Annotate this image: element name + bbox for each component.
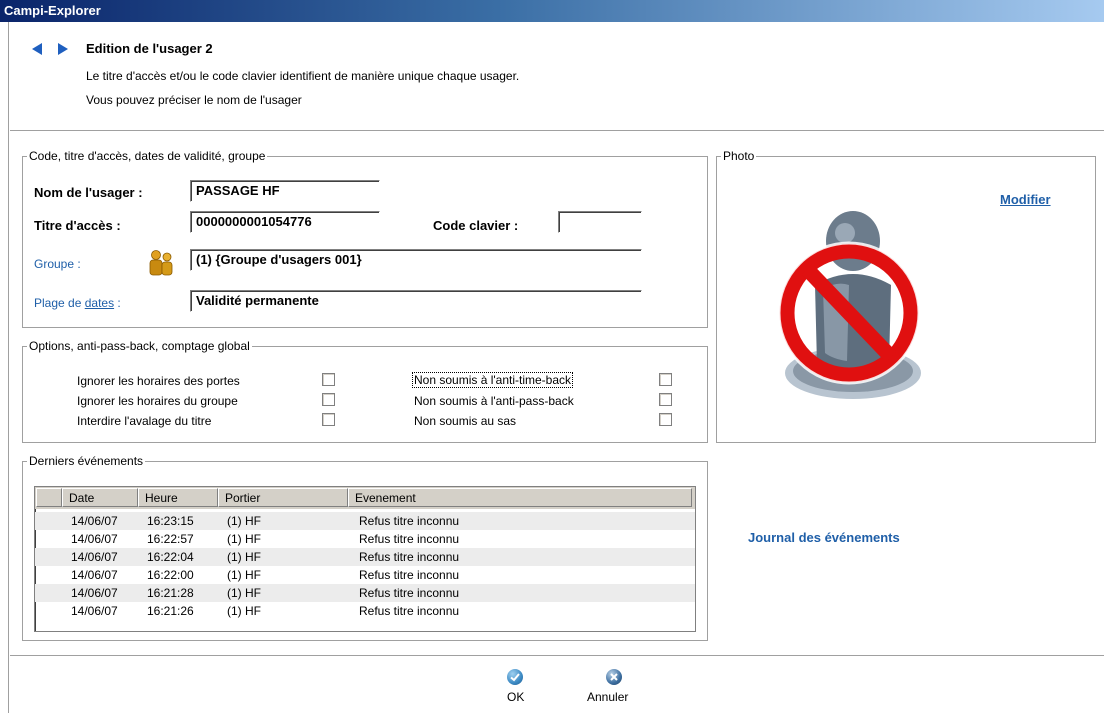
identity-group-legend: Code, titre d'accès, dates de validité, … [27, 149, 268, 163]
column-header-door[interactable]: Portier [218, 488, 348, 507]
events-table-header: Date Heure Portier Evenement [35, 487, 695, 509]
cancel-button-label: Annuler [587, 690, 629, 704]
cell-door: (1) HF [227, 604, 261, 618]
date-range-label-pre: Plage de [34, 296, 85, 310]
cell-door: (1) HF [227, 550, 261, 564]
option-label: Ignorer les horaires du groupe [77, 394, 238, 408]
column-header-event[interactable]: Evenement [348, 488, 692, 507]
column-header-date[interactable]: Date [62, 488, 138, 507]
table-row[interactable]: 14/06/07 16:22:00 (1) HF Refus titre inc… [35, 566, 695, 584]
cell-door: (1) HF [227, 532, 261, 546]
date-range-label-link[interactable]: dates [85, 296, 114, 310]
option-label: Non soumis à l'anti-pass-back [414, 394, 574, 408]
page-title: Edition de l'usager 2 [86, 41, 213, 56]
user-group-icon[interactable] [146, 248, 176, 278]
events-group-legend: Derniers événements [27, 454, 146, 468]
group-label[interactable]: Groupe : [34, 257, 81, 271]
access-title-label: Titre d'accès : [34, 218, 121, 233]
cell-event: Refus titre inconnu [359, 550, 460, 564]
option-label: Non soumis au sas [414, 414, 517, 428]
table-row[interactable]: 14/06/07 16:22:04 (1) HF Refus titre inc… [35, 548, 695, 566]
option-label: Ignorer les horaires des portes [77, 374, 240, 388]
ok-button-label: OK [507, 690, 525, 704]
table-row[interactable]: 14/06/07 16:23:15 (1) HF Refus titre inc… [35, 512, 695, 530]
cell-time: 16:21:26 [147, 604, 194, 618]
header-panel: Edition de l'usager 2 Le titre d'accès e… [10, 22, 1104, 130]
options-group-legend: Options, anti-pass-back, comptage global [27, 339, 252, 353]
events-table[interactable]: Date Heure Portier Evenement 14/06/07 16… [34, 486, 696, 632]
option-label: Interdire l'avalage du titre [77, 414, 212, 428]
cancel-button[interactable]: Annuler [580, 666, 650, 708]
date-range-label-post: : [114, 296, 121, 310]
option-checkbox[interactable] [659, 393, 672, 406]
option-checkbox[interactable] [322, 393, 335, 406]
option-checkbox[interactable] [322, 373, 335, 386]
footer-separator [10, 655, 1104, 657]
group-field[interactable]: (1) {Groupe d'usagers 001} [190, 249, 642, 271]
table-row[interactable]: 14/06/07 16:21:26 (1) HF Refus titre inc… [35, 602, 695, 620]
cell-date: 14/06/07 [71, 550, 118, 564]
cell-date: 14/06/07 [71, 586, 118, 600]
window-left-border [8, 22, 9, 713]
cell-date: 14/06/07 [71, 514, 118, 528]
cell-event: Refus titre inconnu [359, 568, 460, 582]
table-row[interactable]: 14/06/07 16:21:28 (1) HF Refus titre inc… [35, 584, 695, 602]
date-range-label[interactable]: Plage de dates : [34, 296, 121, 310]
close-icon [606, 669, 622, 685]
modify-photo-link[interactable]: Modifier [1000, 192, 1051, 207]
cell-date: 14/06/07 [71, 532, 118, 546]
option-label: Non soumis à l'anti-time-back [412, 372, 574, 388]
cell-time: 16:23:15 [147, 514, 194, 528]
cell-time: 16:21:28 [147, 586, 194, 600]
keypad-code-label: Code clavier : [433, 218, 519, 233]
access-title-field[interactable]: 0000000001054776 [190, 211, 380, 233]
check-icon [507, 669, 523, 685]
header-description-1: Le titre d'accès et/ou le code clavier i… [86, 69, 520, 83]
user-name-field[interactable]: PASSAGE HF [190, 180, 380, 202]
cell-door: (1) HF [227, 586, 261, 600]
option-checkbox[interactable] [659, 413, 672, 426]
cell-event: Refus titre inconnu [359, 604, 460, 618]
cell-time: 16:22:04 [147, 550, 194, 564]
event-journal-link[interactable]: Journal des événements [748, 530, 900, 545]
cell-date: 14/06/07 [71, 604, 118, 618]
header-description-2: Vous pouvez préciser le nom de l'usager [86, 93, 302, 107]
back-arrow-icon[interactable] [32, 43, 42, 55]
photo-group-legend: Photo [721, 149, 757, 163]
row-selector-header [36, 488, 62, 507]
cell-door: (1) HF [227, 514, 261, 528]
column-header-time[interactable]: Heure [138, 488, 218, 507]
no-photo-icon [765, 205, 930, 415]
window-title: Campi-Explorer [0, 0, 1104, 22]
header-separator [10, 130, 1104, 132]
keypad-code-field[interactable] [558, 211, 642, 233]
date-range-field[interactable]: Validité permanente [190, 290, 642, 312]
forward-arrow-icon[interactable] [58, 43, 68, 55]
cell-door: (1) HF [227, 568, 261, 582]
cell-time: 16:22:57 [147, 532, 194, 546]
user-name-label: Nom de l'usager : [34, 185, 143, 200]
cell-event: Refus titre inconnu [359, 532, 460, 546]
option-checkbox[interactable] [659, 373, 672, 386]
cell-event: Refus titre inconnu [359, 514, 460, 528]
option-checkbox[interactable] [322, 413, 335, 426]
cell-date: 14/06/07 [71, 568, 118, 582]
ok-button[interactable]: OK [490, 666, 540, 708]
cell-event: Refus titre inconnu [359, 586, 460, 600]
table-row[interactable]: 14/06/07 16:22:57 (1) HF Refus titre inc… [35, 530, 695, 548]
cell-time: 16:22:00 [147, 568, 194, 582]
